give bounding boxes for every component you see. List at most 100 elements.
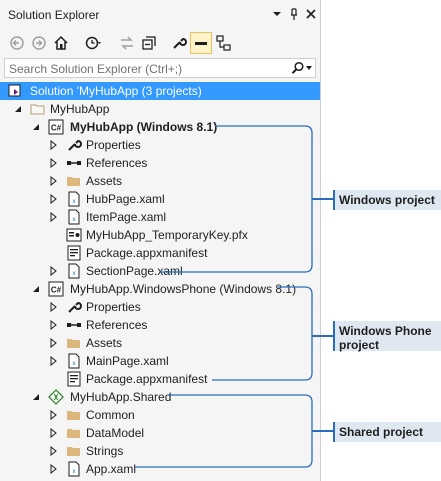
tree-row-item[interactable]: x ItemPage.xaml <box>0 208 320 226</box>
wrench-icon <box>68 301 82 313</box>
view-class-diagram-icon[interactable] <box>214 34 232 52</box>
xaml-file-icon: x <box>68 461 80 477</box>
item-label: MainPage.xaml <box>86 354 169 368</box>
dropdown-arrow-icon[interactable] <box>270 7 284 21</box>
solution-label: Solution 'MyHubApp (3 projects) <box>30 84 202 98</box>
tree-row-item[interactable]: MyHubApp_TemporaryKey.pfx <box>0 226 320 244</box>
svg-text:x: x <box>73 361 76 367</box>
collapsed-arrow-icon[interactable] <box>49 320 59 330</box>
folder-icon <box>67 339 80 348</box>
search-options-arrow-icon[interactable] <box>305 64 313 72</box>
collapsed-arrow-icon[interactable] <box>49 302 59 312</box>
windows-project-callout: Windows project <box>333 190 441 210</box>
manifest-icon <box>67 245 81 261</box>
tree-row-item[interactable]: Properties <box>0 136 320 154</box>
collapsed-arrow-icon[interactable] <box>49 140 59 150</box>
svg-text:C#: C# <box>51 286 62 295</box>
tree-row-item[interactable]: x SectionPage.xaml <box>0 262 320 280</box>
item-label: References <box>86 156 148 170</box>
search-icon[interactable] <box>291 61 305 75</box>
tree-row-item[interactable]: Assets <box>0 172 320 190</box>
phone-project-label: MyHubApp.WindowsPhone (Windows 8.1) <box>70 282 297 296</box>
history-icon[interactable] <box>84 34 102 52</box>
collapse-all-icon[interactable] <box>140 34 158 52</box>
expanded-arrow-icon[interactable] <box>13 104 23 114</box>
item-label: Package.appxmanifest <box>86 372 208 386</box>
collapsed-arrow-icon[interactable] <box>49 428 59 438</box>
forward-icon[interactable] <box>30 34 48 52</box>
tree-row-folder[interactable]: MyHubApp <box>0 100 320 118</box>
panel-title: Solution Explorer <box>8 8 100 22</box>
tree-row-item[interactable]: Package.appxmanifest <box>0 370 320 388</box>
tree-row-item[interactable]: x HubPage.xaml <box>0 190 320 208</box>
phone-project-callout: Windows Phone project <box>333 321 441 352</box>
title-bar: Solution Explorer <box>0 0 320 30</box>
folder-icon <box>67 429 80 438</box>
svg-text:x: x <box>73 199 76 205</box>
item-label: Strings <box>86 444 124 458</box>
collapsed-arrow-icon[interactable] <box>49 194 59 204</box>
folder-icon <box>67 411 80 420</box>
expanded-arrow-icon[interactable] <box>31 392 41 402</box>
collapsed-arrow-icon[interactable] <box>49 266 59 276</box>
tree-row-item[interactable]: Package.appxmanifest <box>0 244 320 262</box>
search-input[interactable] <box>9 61 279 76</box>
properties-icon[interactable] <box>170 34 188 52</box>
folder-icon <box>30 104 45 115</box>
csharp-project-icon: C# <box>48 281 64 297</box>
svg-text:x: x <box>73 217 76 223</box>
collapsed-arrow-icon[interactable] <box>49 356 59 366</box>
shared-project-label: MyHubApp.Shared <box>70 390 172 404</box>
collapsed-arrow-icon[interactable] <box>49 158 59 168</box>
xaml-file-icon: x <box>68 263 80 279</box>
item-label: DataModel <box>86 426 145 440</box>
tree-row-item[interactable]: DataModel <box>0 424 320 442</box>
tree-row-phone-project[interactable]: C# MyHubApp.WindowsPhone (Windows 8.1) <box>0 280 320 298</box>
item-label: SectionPage.xaml <box>86 264 183 278</box>
solution-tree: Solution 'MyHubApp (3 projects) MyHubApp… <box>0 80 320 480</box>
expanded-arrow-icon[interactable] <box>31 284 41 294</box>
xaml-file-icon: x <box>68 191 80 207</box>
wrench-icon <box>68 139 82 151</box>
home-icon[interactable] <box>52 34 70 52</box>
tree-row-item[interactable]: x App.xaml <box>0 460 320 478</box>
item-label: App.xaml <box>86 462 137 476</box>
svg-text:x: x <box>73 271 76 277</box>
tree-row-item[interactable]: References <box>0 154 320 172</box>
back-icon[interactable] <box>8 34 26 52</box>
collapsed-arrow-icon[interactable] <box>49 410 59 420</box>
show-all-files-button[interactable] <box>190 32 212 54</box>
tree-row-shared-project[interactable]: MyHubApp.Shared <box>0 388 320 406</box>
search-box <box>4 58 316 78</box>
tree-row-item[interactable]: Common <box>0 406 320 424</box>
tree-row-item[interactable]: Strings <box>0 442 320 460</box>
tree-row-windows-project[interactable]: C# MyHubApp (Windows 8.1) <box>0 118 320 136</box>
pin-icon[interactable] <box>287 7 301 21</box>
collapsed-arrow-icon[interactable] <box>49 338 59 348</box>
item-label: ItemPage.xaml <box>86 210 167 224</box>
item-label: Properties <box>86 138 141 152</box>
collapsed-arrow-icon[interactable] <box>49 176 59 186</box>
item-label: Assets <box>86 174 123 188</box>
item-label: Properties <box>86 300 141 314</box>
tree-row-item[interactable]: Assets <box>0 334 320 352</box>
xaml-file-icon: x <box>68 209 80 225</box>
collapsed-arrow-icon[interactable] <box>49 464 59 474</box>
references-icon <box>67 323 81 327</box>
sync-icon[interactable] <box>118 34 136 52</box>
collapsed-arrow-icon[interactable] <box>49 446 59 456</box>
xaml-file-icon: x <box>68 353 80 369</box>
tree-row-item[interactable]: References <box>0 316 320 334</box>
item-label: MyHubApp_TemporaryKey.pfx <box>86 228 248 242</box>
tree-row-item[interactable]: Properties <box>0 298 320 316</box>
expanded-arrow-icon[interactable] <box>31 122 41 132</box>
tree-row-solution[interactable]: Solution 'MyHubApp (3 projects) <box>0 82 320 100</box>
folder-icon <box>67 177 80 186</box>
show-all-files-icon <box>195 42 207 45</box>
collapsed-arrow-icon[interactable] <box>49 212 59 222</box>
close-icon[interactable] <box>304 7 318 21</box>
item-label: Assets <box>86 336 123 350</box>
tree-row-item[interactable]: x MainPage.xaml <box>0 352 320 370</box>
item-label: References <box>86 318 148 332</box>
toolbar <box>0 29 320 57</box>
